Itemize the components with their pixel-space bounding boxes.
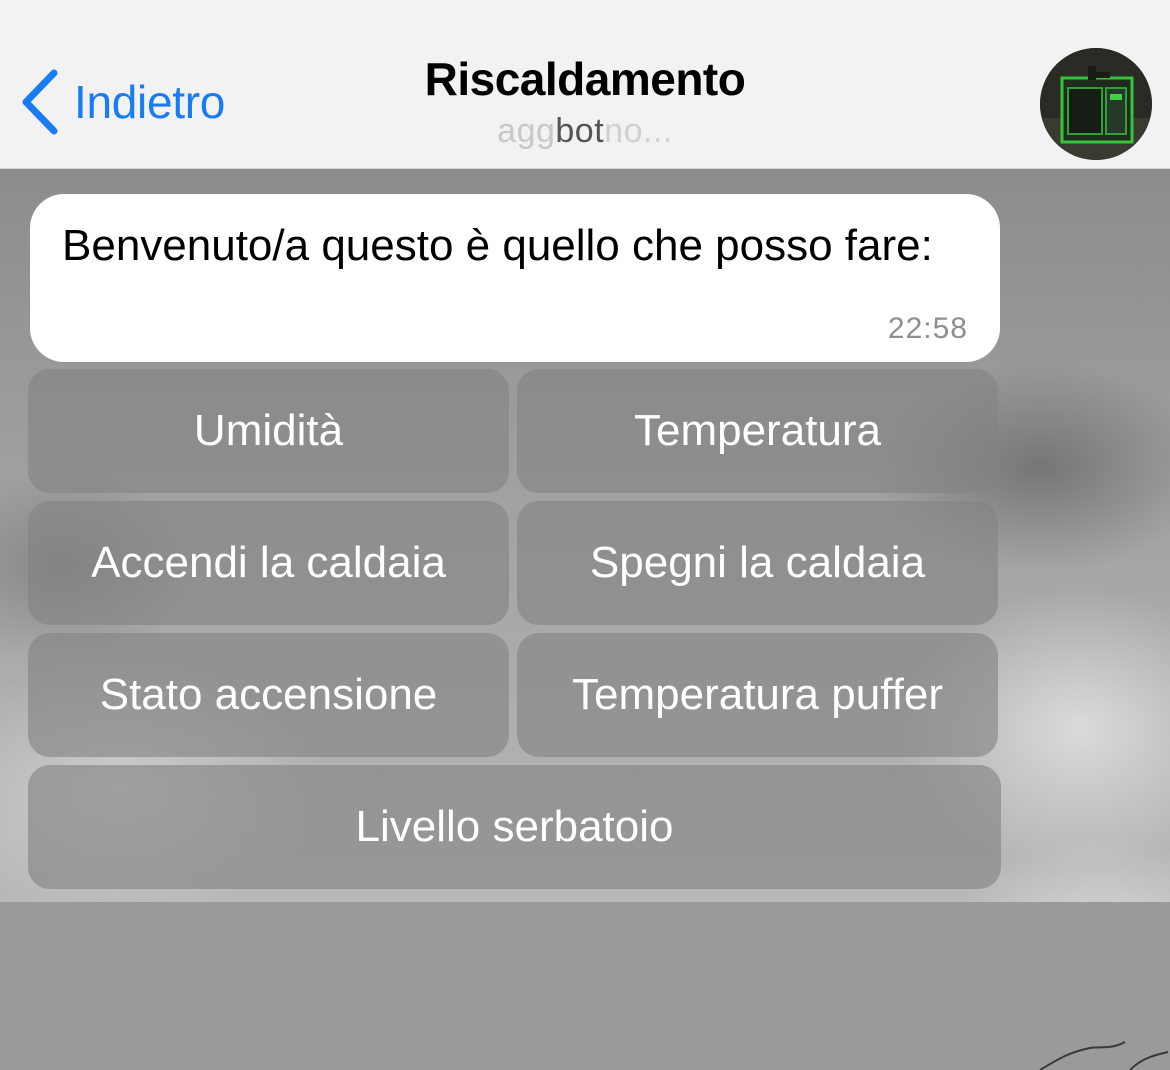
button-spegni-caldaia[interactable]: Spegni la caldaia	[517, 501, 998, 625]
boiler-avatar[interactable]	[1040, 48, 1152, 160]
subtitle-main: bot	[555, 112, 605, 150]
chat-subtitle: aggbotno...	[0, 112, 1170, 151]
subtitle-fade-right: no...	[604, 112, 673, 150]
message-time: 22:58	[887, 312, 968, 345]
message-text: Benvenuto/a questo è quello che posso fa…	[62, 221, 933, 270]
button-livello-serbatoio[interactable]: Livello serbatoio	[28, 765, 1001, 889]
button-temperatura[interactable]: Temperatura	[517, 369, 998, 493]
branch-decoration	[1039, 1041, 1169, 1070]
chat-header: Indietro Riscaldamento aggbotno...	[0, 0, 1170, 169]
button-umidita[interactable]: Umidità	[28, 369, 509, 493]
button-accendi-caldaia[interactable]: Accendi la caldaia	[28, 501, 509, 625]
button-stato-accensione[interactable]: Stato accensione	[28, 633, 509, 757]
button-temperatura-puffer[interactable]: Temperatura puffer	[517, 633, 998, 757]
subtitle-fade-left: agg	[497, 112, 556, 150]
chat-title: Riscaldamento	[424, 53, 746, 105]
bot-message-bubble: Benvenuto/a questo è quello che posso fa…	[30, 194, 1000, 362]
